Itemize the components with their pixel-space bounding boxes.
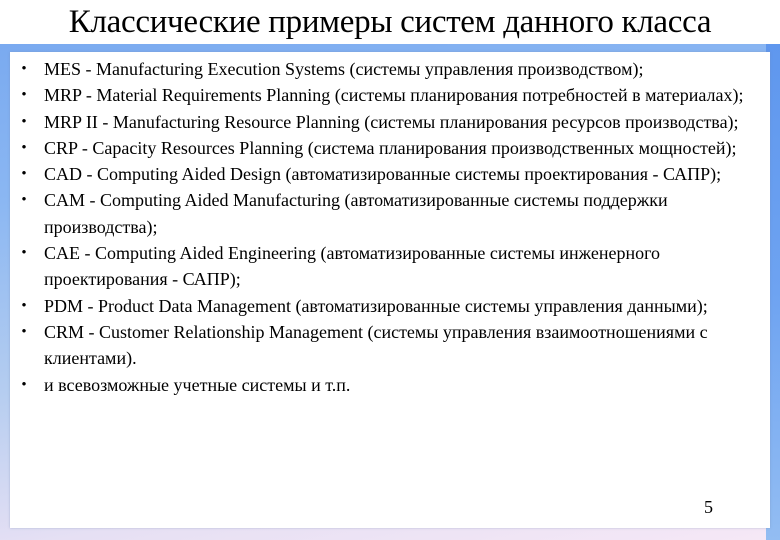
list-item-text: MRP - Material Requirements Planning (си… [44, 85, 744, 106]
list-item: • CAM - Computing Aided Manufacturing (а… [10, 187, 750, 240]
list-item-text: и всевозможные учетные системы и т.п. [44, 374, 351, 395]
list-item-text: CAD - Computing Aided Design (автоматизи… [44, 164, 722, 185]
bullet-dot-icon: • [21, 376, 27, 393]
list-item: • MRP II - Manufacturing Resource Planni… [10, 109, 750, 135]
list-item-text: MRP II - Manufacturing Resource Planning… [44, 111, 739, 132]
bullet-list: • MES - Manufacturing Execution Systems … [10, 56, 750, 398]
slide-title: Классические примеры систем данного клас… [68, 4, 712, 40]
list-item-text: MES - Manufacturing Execution Systems (с… [44, 59, 644, 79]
list-item: • CRM - Customer Relationship Management… [10, 319, 750, 372]
title-area: Классические примеры систем данного клас… [0, 0, 780, 46]
page-number: 5 [704, 497, 713, 517]
list-item: • MRP - Material Requirements Planning (… [10, 82, 750, 108]
list-item-text: CAM - Computing Aided Manufacturing (авт… [44, 190, 668, 237]
list-item: • CRP - Capacity Resources Planning (сис… [10, 135, 750, 161]
bullet-dot-icon: • [21, 61, 27, 77]
bullet-dot-icon: • [21, 139, 27, 156]
list-item: • и всевозможные учетные системы и т.п. [10, 372, 750, 398]
bullet-dot-icon: • [21, 87, 27, 104]
list-item-text: PDM - Product Data Management (автоматиз… [44, 295, 708, 316]
bullet-dot-icon: • [21, 245, 27, 262]
list-item: • PDM - Product Data Management (автомат… [10, 293, 750, 319]
list-item: • MES - Manufacturing Execution Systems … [10, 56, 750, 82]
list-item-text: CRP - Capacity Resources Planning (систе… [44, 137, 737, 158]
list-item-text: CRM - Customer Relationship Management (… [44, 321, 708, 369]
bullet-dot-icon: • [21, 297, 27, 314]
list-item: • CAD - Computing Aided Design (автомати… [10, 161, 750, 187]
content-panel: • MES - Manufacturing Execution Systems … [10, 52, 770, 528]
list-item: • CAE - Computing Aided Engineering (авт… [10, 240, 750, 293]
list-item-text: CAE - Computing Aided Engineering (автом… [44, 243, 661, 290]
bullet-dot-icon: • [21, 166, 27, 183]
bullet-dot-icon: • [21, 113, 27, 130]
bullet-dot-icon: • [21, 192, 27, 209]
bullet-dot-icon: • [21, 323, 27, 340]
